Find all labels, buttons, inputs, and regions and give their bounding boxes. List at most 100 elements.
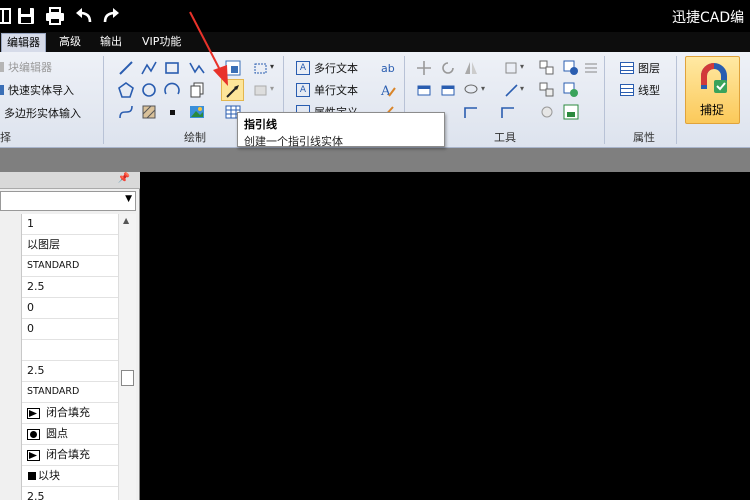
quick-import-button[interactable]: 快速实体导入 [0, 80, 74, 100]
list-icon[interactable] [583, 60, 599, 76]
arrow-style-label: 闭合填充 [46, 448, 90, 461]
stext-icon: A [296, 83, 310, 97]
trim-icon[interactable] [463, 104, 479, 120]
fillet-icon[interactable] [504, 82, 520, 98]
property-row[interactable]: 0 [22, 298, 118, 319]
scrollbar-thumb[interactable] [121, 370, 134, 386]
drawing-canvas[interactable] [141, 172, 750, 500]
print-icon[interactable] [45, 6, 65, 26]
layer-tool-dropdown-icon[interactable]: ▾ [520, 62, 524, 71]
block-editor-button[interactable]: 块编辑器 [0, 57, 52, 77]
stext-button[interactable]: A 单行文本 [296, 80, 358, 100]
tab-advanced[interactable]: 高级 [54, 33, 86, 52]
hatch-icon[interactable] [141, 104, 157, 120]
window-icon[interactable] [440, 82, 456, 98]
polygon-input-button[interactable]: 多边形实体输入 [4, 103, 81, 123]
dimension-dropdown-icon[interactable]: ▾ [270, 62, 274, 71]
svg-text:ab: ab [381, 62, 395, 75]
tab-editor[interactable]: 编辑器 [1, 33, 46, 52]
block-attr-icon[interactable] [563, 60, 579, 76]
layers-icon [620, 62, 634, 74]
ungroup-icon[interactable] [539, 82, 555, 98]
undo-icon[interactable] [74, 6, 94, 26]
property-row[interactable]: 2.5 [22, 277, 118, 298]
group-label-draw: 绘制 [184, 131, 206, 144]
entity-type-select[interactable]: ▼ [0, 191, 136, 211]
save-icon[interactable] [16, 6, 36, 26]
grid-icon[interactable] [0, 6, 14, 26]
group-label-tools: 工具 [494, 131, 516, 144]
extend-icon[interactable] [500, 104, 516, 120]
pin-icon[interactable]: 📌 [118, 173, 130, 184]
linetype-button[interactable]: 线型 [620, 80, 660, 100]
snap-button[interactable]: 捕捉 [685, 56, 740, 124]
chevron-down-icon: ▼ [125, 194, 132, 204]
block-insert-green-icon[interactable] [563, 104, 579, 120]
mtext-label: 多行文本 [314, 62, 358, 75]
property-row-arrow[interactable]: 圆点 [22, 424, 118, 445]
polygon-icon[interactable] [118, 82, 134, 98]
arc-icon[interactable] [164, 82, 180, 98]
polyline-icon[interactable] [141, 60, 157, 76]
property-row-arrow[interactable]: 闭合填充 [22, 403, 118, 424]
property-row[interactable]: 0 [22, 319, 118, 340]
tab-output[interactable]: 输出 [95, 33, 127, 52]
block-editor-icon [0, 62, 4, 72]
scroll-up-icon[interactable]: ▲ [123, 216, 129, 225]
fillet-dropdown-icon[interactable]: ▾ [520, 84, 524, 93]
layers-button[interactable]: 图层 [620, 58, 660, 78]
property-row-arrow[interactable]: 闭合填充 [22, 445, 118, 466]
property-row-color[interactable]: 以块 [22, 466, 118, 487]
group-label-properties: 属性 [633, 131, 655, 144]
separator [103, 56, 104, 144]
redo-icon[interactable] [101, 6, 121, 26]
property-row[interactable]: 以图层 [22, 235, 118, 256]
text-style-icon[interactable]: ab [380, 60, 396, 76]
rotate-icon[interactable] [440, 60, 456, 76]
arrow-style-label: 圆点 [46, 427, 68, 440]
group-icon[interactable] [539, 60, 555, 76]
title-bar: 迅捷CAD编 [0, 0, 750, 32]
text-edit-icon[interactable]: A [380, 82, 396, 98]
rectangle-icon[interactable] [164, 60, 180, 76]
lasso-dropdown-icon[interactable]: ▾ [481, 84, 485, 93]
property-row[interactable] [22, 340, 118, 361]
point-icon[interactable] [164, 104, 180, 120]
region-icon[interactable] [253, 82, 269, 98]
dimension-icon[interactable] [253, 60, 269, 76]
panel-scrollbar[interactable]: ▲ [118, 214, 136, 500]
closed-fill-arrow-icon [27, 408, 40, 419]
property-row[interactable]: 1 [22, 214, 118, 235]
property-row[interactable]: 2.5 [22, 487, 118, 500]
tab-vip[interactable]: VIP功能 [137, 33, 186, 52]
region-dropdown-icon[interactable]: ▾ [270, 84, 274, 93]
circle-icon[interactable] [141, 82, 157, 98]
lasso-icon[interactable] [463, 82, 479, 98]
menu-tabs: 编辑器 高级 输出 VIP功能 [0, 32, 750, 52]
separator [604, 56, 605, 144]
group-label-select: 择 [0, 131, 11, 144]
dot-arrow-icon [27, 429, 40, 440]
property-row[interactable]: STANDARD [22, 382, 118, 403]
mirror-icon[interactable] [463, 60, 479, 76]
separator [676, 56, 677, 144]
closed-fill-arrow-icon [27, 450, 40, 461]
mtext-button[interactable]: A 多行文本 [296, 58, 358, 78]
layer-tool-icon[interactable] [504, 60, 520, 76]
curve-icon[interactable] [118, 104, 134, 120]
line-icon[interactable] [118, 60, 134, 76]
color-swatch [28, 472, 36, 480]
property-grid: 1 以图层 STANDARD 2.5 0 0 2.5 STANDARD 闭合填充… [0, 214, 118, 500]
block-edit-icon[interactable] [563, 82, 579, 98]
properties-panel: 📌 ▼ 1 以图层 STANDARD 2.5 0 0 2.5 STANDARD … [0, 172, 140, 500]
panel-header: 📌 [0, 172, 140, 189]
quick-import-label: 快速实体导入 [8, 84, 74, 97]
explode-icon[interactable] [539, 104, 555, 120]
move-icon[interactable] [416, 60, 432, 76]
rect-select-icon[interactable] [416, 82, 432, 98]
layers-label: 图层 [638, 62, 660, 75]
image-icon[interactable] [189, 104, 205, 120]
property-row[interactable]: 2.5 [22, 361, 118, 382]
property-row[interactable]: STANDARD [22, 256, 118, 277]
mtext-icon: A [296, 61, 310, 75]
